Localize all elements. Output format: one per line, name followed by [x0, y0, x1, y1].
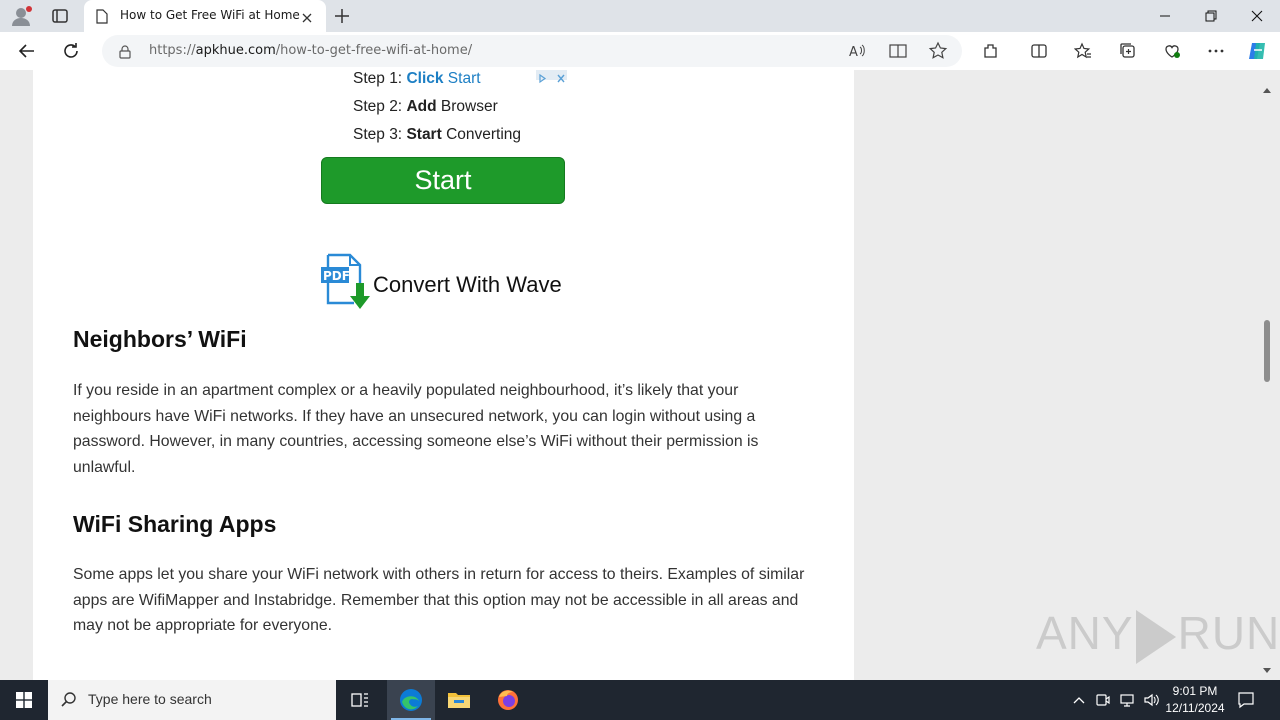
ad-start-button[interactable]: Start — [321, 157, 565, 204]
close-window-icon[interactable] — [1234, 0, 1280, 32]
ad-step-2: Step 2: Add Browser — [353, 98, 498, 116]
restore-icon[interactable] — [1188, 0, 1234, 32]
ad-step-rest: Start — [443, 70, 481, 87]
clock-date: 12/11/2024 — [1165, 701, 1225, 715]
section-heading-neighbors: Neighbors’ WiFi — [73, 326, 247, 352]
browser-toolbar: https://apkhue.com/how-to-get-free-wifi-… — [0, 32, 1280, 70]
article-container: Step 1: Click Start Step 2: Add Browser … — [33, 70, 854, 680]
ad-step-rest: Browser — [436, 98, 498, 115]
notifications-icon[interactable] — [1236, 690, 1256, 714]
back-icon[interactable] — [16, 40, 38, 62]
refresh-icon[interactable] — [60, 40, 82, 62]
task-view-icon[interactable] — [336, 680, 384, 720]
watermark-right-text: RUN — [1177, 607, 1280, 659]
profile-icon[interactable] — [10, 5, 34, 27]
edge-taskbar-icon[interactable] — [387, 680, 435, 720]
ad-step-prefix: Step 1: — [353, 70, 407, 87]
svg-text:A: A — [849, 45, 858, 60]
address-bar[interactable]: https://apkhue.com/how-to-get-free-wifi-… — [102, 35, 962, 67]
tab-title: How to Get Free WiFi at Home — [120, 8, 300, 22]
ad-choices-icon[interactable] — [536, 70, 567, 84]
tab-strip: How to Get Free WiFi at Home — [0, 0, 1280, 32]
taskbar-clock[interactable]: 9:01 PM 12/11/2024 — [1160, 683, 1230, 717]
watermark-play-icon — [1135, 609, 1176, 664]
ad-brand-text[interactable]: Convert With Wave — [373, 272, 562, 298]
url-path: /how-to-get-free-wifi-at-home/ — [275, 43, 473, 58]
split-screen-icon[interactable] — [1028, 40, 1050, 62]
url-text[interactable]: https://apkhue.com/how-to-get-free-wifi-… — [149, 43, 472, 58]
page-icon — [96, 9, 108, 28]
ad-step-rest: Converting — [441, 126, 522, 143]
active-tab[interactable]: How to Get Free WiFi at Home — [84, 0, 326, 32]
taskbar-search-box[interactable]: Type here to search — [48, 680, 336, 720]
volume-icon[interactable] — [1142, 691, 1160, 709]
immersive-reader-icon[interactable] — [888, 41, 908, 61]
clock-time: 9:01 PM — [1172, 684, 1218, 698]
ad-step-bold: Start — [406, 126, 442, 143]
search-placeholder: Type here to search — [88, 691, 212, 707]
collections-icon[interactable] — [1117, 40, 1139, 62]
browser-essentials-icon[interactable] — [1161, 40, 1183, 62]
watermark-left-text: ANY — [1036, 607, 1134, 659]
lock-icon[interactable] — [119, 44, 131, 63]
favorites-icon[interactable] — [1072, 40, 1094, 62]
url-protocol: https:// — [149, 43, 196, 58]
more-options-icon[interactable] — [1205, 40, 1227, 62]
ad-step-3: Step 3: Start Converting — [353, 126, 521, 144]
minimize-icon[interactable] — [1142, 0, 1188, 32]
favorite-star-icon[interactable] — [928, 41, 948, 61]
new-tab-icon[interactable] — [332, 6, 352, 26]
ad-step-prefix: Step 3: — [353, 126, 407, 143]
section-body-sharing-apps: Some apps let you share your WiFi networ… — [73, 566, 805, 634]
ad-step-1: Step 1: Click Start — [353, 70, 481, 88]
extensions-icon[interactable] — [980, 40, 1002, 62]
tab-actions-icon[interactable] — [50, 6, 70, 26]
section-body-neighbors: If you reside in an apartment complex or… — [73, 382, 759, 476]
meet-now-icon[interactable] — [1094, 691, 1112, 709]
pdf-convert-icon[interactable]: PDF — [320, 253, 374, 315]
taskbar: Type here to search 9:01 PM 12/11/2024 — [0, 680, 1280, 720]
page-viewport: Step 1: Click Start Step 2: Add Browser … — [0, 70, 1280, 680]
read-aloud-icon[interactable]: A — [847, 41, 867, 61]
scroll-up-icon[interactable] — [1263, 78, 1271, 97]
page-scrollbar[interactable] — [1260, 70, 1274, 680]
close-tab-icon[interactable] — [301, 9, 313, 28]
scrollbar-thumb[interactable] — [1264, 320, 1270, 382]
section-heading-sharing-apps: WiFi Sharing Apps — [73, 511, 277, 537]
search-icon — [60, 691, 78, 713]
url-host: apkhue.com — [195, 43, 276, 58]
copilot-icon[interactable] — [1246, 40, 1268, 62]
firefox-icon[interactable] — [484, 680, 532, 720]
ad-step-prefix: Step 2: — [353, 98, 407, 115]
ad-step-bold: Click — [406, 70, 444, 87]
file-explorer-icon[interactable] — [435, 680, 483, 720]
windows-start-icon[interactable] — [0, 680, 48, 720]
ad-step-bold: Add — [406, 98, 437, 115]
pdf-logo-label: PDF — [323, 269, 350, 283]
tray-overflow-icon[interactable] — [1070, 691, 1088, 709]
network-icon[interactable] — [1118, 691, 1136, 709]
anyrun-watermark: ANY RUN — [1036, 606, 1280, 664]
